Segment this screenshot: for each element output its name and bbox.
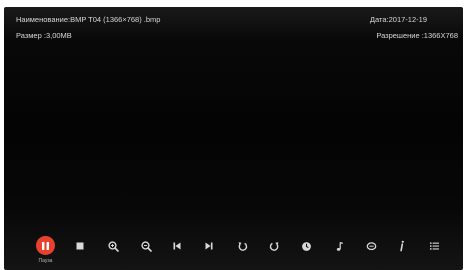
next-button[interactable] bbox=[200, 237, 218, 255]
image-viewer-screen: Наименование:BMP T04 (1366×768) .bmp Раз… bbox=[4, 7, 463, 270]
file-name-info: Наименование:BMP T04 (1366×768) .bmp bbox=[16, 15, 160, 25]
slideshow-interval-button[interactable] bbox=[297, 237, 315, 255]
info-button[interactable] bbox=[393, 237, 411, 255]
resolution-info: Разрешение :1366X768 bbox=[376, 31, 458, 41]
zoom-out-icon bbox=[140, 240, 152, 252]
file-name-label: Наименование: bbox=[16, 15, 71, 24]
rotate-left-button[interactable] bbox=[233, 237, 251, 255]
rotate-right-button[interactable] bbox=[265, 237, 283, 255]
music-note-icon bbox=[336, 241, 343, 251]
rotate-right-icon bbox=[269, 241, 278, 251]
file-name-value: BMP T04 (1366×768) .bmp bbox=[70, 15, 161, 24]
stop-icon bbox=[76, 242, 84, 250]
playlist-icon bbox=[429, 242, 439, 250]
rotate-left-icon bbox=[238, 241, 247, 251]
file-date-label: Дата: bbox=[369, 15, 389, 24]
resolution-label: Разрешение : bbox=[376, 31, 424, 40]
pause-button[interactable] bbox=[36, 236, 55, 255]
playlist-button[interactable] bbox=[425, 237, 443, 255]
info-icon bbox=[400, 240, 404, 252]
file-date-info: Дата:2017-12-19 bbox=[370, 15, 427, 25]
subtitle-button[interactable] bbox=[362, 237, 380, 255]
previous-button[interactable] bbox=[168, 237, 186, 255]
pause-icon bbox=[42, 241, 49, 250]
zoom-in-icon bbox=[107, 240, 119, 252]
zoom-out-button[interactable] bbox=[137, 237, 155, 255]
file-size-label: Размер : bbox=[16, 31, 46, 40]
zoom-in-button[interactable] bbox=[104, 237, 122, 255]
clock-icon bbox=[301, 241, 311, 251]
next-icon bbox=[205, 242, 213, 250]
subtitle-icon bbox=[366, 241, 376, 250]
background-music-button[interactable] bbox=[330, 237, 348, 255]
playback-toolbar: Пауза bbox=[4, 236, 463, 270]
pause-label: Пауза bbox=[38, 258, 53, 264]
file-size-value: 3,00MB bbox=[45, 31, 72, 40]
file-date-value: 2017-12-19 bbox=[388, 15, 427, 24]
previous-icon bbox=[173, 242, 181, 250]
file-size-info: Размер :3,00MB bbox=[16, 31, 72, 41]
stop-button[interactable] bbox=[71, 237, 89, 255]
resolution-value: 1366X768 bbox=[423, 31, 458, 40]
